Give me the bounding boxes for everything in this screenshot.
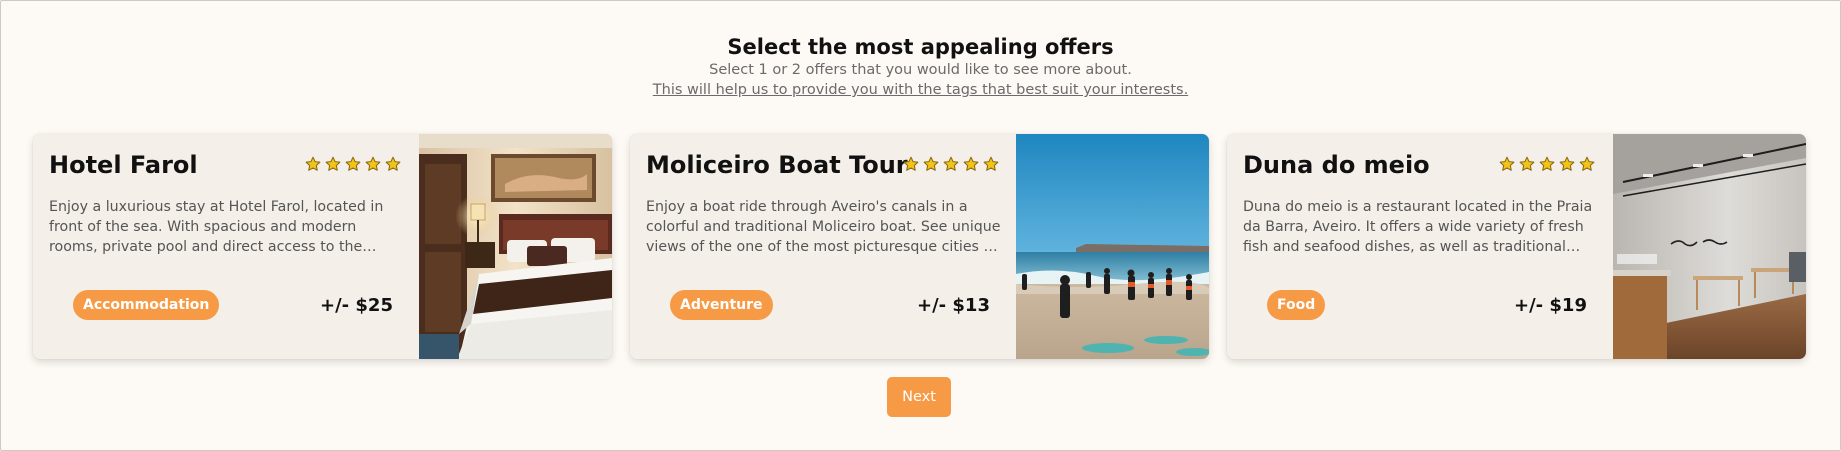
star-icon — [365, 156, 381, 172]
offer-title: Hotel Farol — [49, 151, 198, 179]
offer-card-hotel-farol[interactable]: Hotel Farol Enjoy a luxurious stay at Ho… — [33, 134, 612, 359]
star-rating — [903, 156, 999, 172]
category-tag: Food — [1267, 290, 1326, 320]
offer-title: Moliceiro Boat Tour — [646, 151, 908, 179]
star-icon — [325, 156, 341, 172]
star-icon — [963, 156, 979, 172]
page-subtitle: Select 1 or 2 offers that you would like… — [709, 62, 1132, 78]
star-icon — [345, 156, 361, 172]
offer-title: Duna do meio — [1243, 151, 1430, 179]
page-header: Select the most appealing offers Select … — [0, 34, 1841, 100]
star-icon — [903, 156, 919, 172]
beach-surfers-photo — [1016, 134, 1209, 359]
page-title: Select the most appealing offers — [727, 35, 1114, 59]
star-icon — [923, 156, 939, 172]
star-icon — [1559, 156, 1575, 172]
offer-price: +/- $13 — [917, 295, 990, 316]
hotel-bedroom-photo — [419, 134, 612, 359]
category-tag: Adventure — [670, 290, 773, 320]
star-icon — [1539, 156, 1555, 172]
offer-description: Enjoy a luxurious stay at Hotel Farol, l… — [49, 199, 384, 255]
offer-price: +/- $25 — [320, 295, 393, 316]
star-icon — [1519, 156, 1535, 172]
star-icon — [1499, 156, 1515, 172]
star-icon — [385, 156, 401, 172]
star-icon — [1579, 156, 1595, 172]
category-tag: Accommodation — [73, 290, 220, 320]
offer-description: Duna do meio is a restaurant located in … — [1243, 199, 1593, 255]
restaurant-interior-photo — [1613, 134, 1806, 359]
star-icon — [983, 156, 999, 172]
offer-card-duna-do-meio[interactable]: Duna do meio Duna do meio is a restauran… — [1227, 134, 1806, 359]
offer-card-moliceiro-boat-tour[interactable]: Moliceiro Boat Tour Enjoy a boat ride th… — [630, 134, 1209, 359]
star-rating — [1499, 156, 1595, 172]
info-link[interactable]: This will help us to provide you with th… — [653, 82, 1188, 98]
star-icon — [305, 156, 321, 172]
offer-description: Enjoy a boat ride through Aveiro's canal… — [646, 199, 1001, 255]
star-icon — [943, 156, 959, 172]
offer-price: +/- $19 — [1514, 295, 1587, 316]
star-rating — [305, 156, 401, 172]
next-button[interactable]: Next — [887, 377, 951, 417]
